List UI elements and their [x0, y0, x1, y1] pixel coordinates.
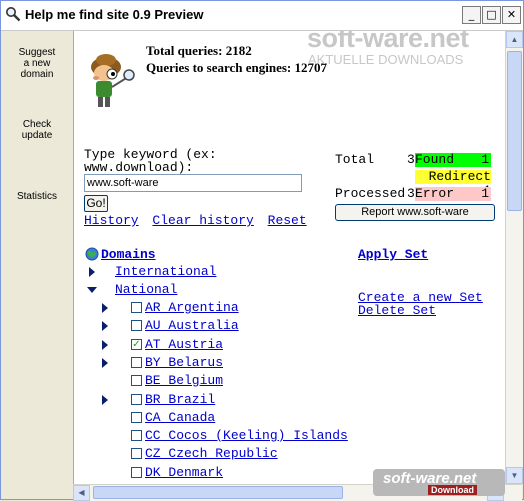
scroll-up-icon[interactable]: ▲: [506, 31, 523, 48]
keyword-prompt-line2: www.download):: [84, 160, 194, 175]
horizontal-scroll-thumb[interactable]: [93, 486, 343, 499]
apply-set-link[interactable]: Apply Set: [358, 247, 428, 262]
tree-item-country[interactable]: BE Belgium: [145, 373, 223, 388]
checkbox-icon[interactable]: [131, 412, 142, 423]
tree-item-country[interactable]: BR Brazil: [145, 392, 215, 407]
sidebar-item-label: Statistics: [16, 191, 57, 202]
collapse-arrow-icon[interactable]: [87, 287, 97, 293]
tree-item-country[interactable]: CC Cocos (Keeling) Islands: [145, 428, 348, 443]
expand-arrow-icon[interactable]: [102, 358, 108, 368]
processed-label: Processed: [335, 186, 406, 201]
total-value: 3: [407, 152, 415, 167]
sidebar-item-label: update: [21, 130, 53, 141]
error-label: Error: [415, 186, 455, 201]
magnifier-app-icon: [6, 7, 21, 22]
expand-arrow-icon[interactable]: [89, 267, 95, 277]
expand-arrow-icon[interactable]: [102, 340, 108, 350]
tree-item-country[interactable]: AR Argentina: [145, 300, 239, 315]
tree-item-national[interactable]: National: [115, 282, 177, 297]
processed-value: 3: [407, 186, 415, 201]
queries-search-engines-text: Queries to search engines: 12707: [146, 60, 328, 75]
watermark-brand: soft-ware.net: [307, 31, 469, 53]
tree-item-country[interactable]: CA Canada: [145, 410, 215, 425]
redirect-badge: Redirect 1: [415, 169, 491, 198]
checkbox-icon[interactable]: [131, 430, 142, 441]
keyword-input[interactable]: [84, 174, 302, 192]
expand-arrow-icon[interactable]: [102, 321, 108, 331]
cartoon-detective-logo: [91, 54, 135, 107]
sidebar-item-statistics[interactable]: Statistics: [1, 191, 73, 202]
delete-set-link[interactable]: Delete Set: [358, 303, 436, 318]
watermark-tagline: AKTUELLE DOWNLOADS: [308, 52, 464, 67]
tree-item-country[interactable]: CZ Czech Republic: [145, 446, 278, 461]
scroll-left-icon[interactable]: ◀: [73, 485, 90, 501]
redirect-label: Redirect: [428, 169, 491, 184]
tree-item-country[interactable]: DK Denmark: [145, 465, 223, 480]
close-button[interactable]: ✕: [502, 6, 521, 24]
sidebar-item-label: Suggest: [18, 47, 56, 58]
checkbox-icon[interactable]: [131, 467, 142, 478]
checkbox-icon[interactable]: ✓: [131, 339, 142, 350]
error-value: 1: [481, 186, 489, 201]
checkbox-icon[interactable]: [131, 448, 142, 459]
scroll-down-icon[interactable]: ▼: [506, 467, 523, 484]
title-bar: Help me find site 0.9 Preview _ □ ✕: [1, 1, 523, 31]
total-label: Total: [335, 152, 375, 167]
tree-item-country[interactable]: BY Belarus: [145, 355, 223, 370]
checkbox-icon[interactable]: [131, 357, 142, 368]
reset-link[interactable]: Reset: [268, 213, 307, 228]
found-badge: Found 1: [415, 153, 491, 167]
go-button[interactable]: Go!: [84, 195, 108, 212]
checkbox-icon[interactable]: [131, 375, 142, 386]
vertical-scroll-thumb[interactable]: [507, 51, 522, 211]
watermark-badge: soft-ware.net Download: [373, 469, 505, 496]
maximize-button[interactable]: □: [482, 6, 501, 24]
checkbox-icon[interactable]: [131, 394, 142, 405]
app-window: Help me find site 0.9 Preview _ □ ✕ Sugg…: [0, 0, 524, 501]
found-value: 1: [481, 152, 489, 167]
checkbox-icon[interactable]: [131, 320, 142, 331]
sidebar: Suggest a new domain Check update Statis…: [1, 31, 73, 499]
tree-item-country[interactable]: AT Austria: [145, 337, 223, 352]
main-content: Total queries: 2182 Queries to search en…: [73, 31, 506, 484]
sidebar-item-label: domain: [20, 69, 54, 80]
total-queries-text: Total queries: 2182: [146, 43, 252, 58]
error-badge: Error 1: [415, 187, 491, 201]
tree-item-international[interactable]: International: [115, 264, 216, 279]
expand-arrow-icon[interactable]: [102, 303, 108, 313]
watermark-badge-label: Download: [428, 485, 477, 495]
vertical-scrollbar[interactable]: ▲ ▼: [505, 31, 523, 484]
globe-icon: [85, 247, 99, 261]
window-title: Help me find site 0.9 Preview: [25, 7, 204, 22]
sidebar-item-check-update[interactable]: Check update: [1, 119, 73, 141]
clear-history-link[interactable]: Clear history: [152, 213, 253, 228]
found-label: Found: [415, 152, 455, 167]
sidebar-item-suggest-domain[interactable]: Suggest a new domain: [1, 47, 73, 80]
sidebar-item-label: a new: [23, 58, 51, 69]
sidebar-item-label: Check: [22, 119, 52, 130]
history-link[interactable]: History: [84, 213, 139, 228]
tree-item-country[interactable]: AU Australia: [145, 318, 239, 333]
checkbox-icon[interactable]: [131, 302, 142, 313]
minimize-button[interactable]: _: [462, 6, 481, 24]
expand-arrow-icon[interactable]: [102, 395, 108, 405]
report-button[interactable]: Report www.soft-ware: [335, 204, 495, 221]
tree-root-domains[interactable]: Domains: [101, 247, 156, 262]
